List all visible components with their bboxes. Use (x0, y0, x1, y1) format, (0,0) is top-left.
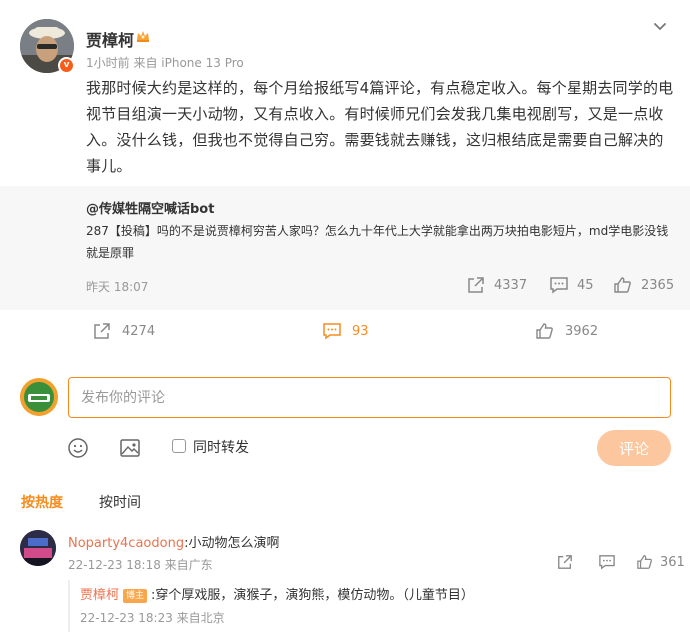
tab-sort-hot[interactable]: 按热度 (21, 492, 63, 512)
action-bar: 4274 93 3962 (0, 318, 690, 348)
comment-like-count: 361 (660, 554, 685, 570)
repost-card[interactable]: @传媒牲隔空喊话bot 287【投稿】吗的不是说贾樟柯穷苦人家吗？怎么九十年代上… (0, 186, 690, 310)
post-source: 来自 iPhone 13 Pro (133, 56, 244, 70)
repost-forward-stat[interactable]: 4337 (466, 276, 527, 294)
forward-count: 4274 (122, 323, 156, 339)
repost-forward-count: 4337 (494, 277, 528, 293)
reply-time: 22-12-23 18:23 来自北京 (80, 611, 225, 625)
repost-like-count: 2365 (641, 277, 675, 293)
forward-label[interactable]: 同时转发 (193, 437, 249, 457)
chevron-down-icon[interactable] (652, 19, 668, 35)
post-header: v 贾樟柯 1小时前 来自 iPhone 13 Pro (20, 19, 670, 75)
tab-sort-time[interactable]: 按时间 (99, 492, 141, 512)
comment-sort-tabs: 按热度 按时间 (0, 492, 690, 514)
comment-input[interactable] (68, 377, 671, 418)
forward-icon[interactable] (556, 554, 574, 570)
repost-time: 昨天 18:07 (86, 280, 149, 294)
composer-toolbar: 同时转发 评论 (0, 430, 690, 466)
repost-text: 287【投稿】吗的不是说贾樟柯穷苦人家吗？怎么九十年代上大学就能拿出两万块拍电影… (86, 224, 669, 260)
comment-icon (323, 323, 341, 340)
emoji-icon[interactable] (67, 437, 89, 459)
repost-like-stat[interactable]: 2365 (613, 276, 674, 294)
reply-content: 贾樟柯 博主:穿个厚戏服，演猴子，演狗熊，模仿动物。（儿童节目） (80, 584, 474, 603)
repost-comment-stat[interactable]: 45 (549, 276, 594, 294)
post-meta: 1小时前 来自 iPhone 13 Pro (86, 54, 244, 71)
forward-checkbox[interactable] (172, 439, 186, 453)
forward-icon (468, 277, 484, 293)
blogger-badge: 博主 (123, 589, 148, 603)
comment-count: 93 (352, 323, 369, 339)
commenter-name[interactable]: Noparty4caodong (68, 536, 184, 551)
comment-actions: 361 (556, 554, 685, 570)
like-button[interactable]: 3962 (535, 322, 598, 340)
thumbs-up-icon[interactable] (636, 554, 654, 570)
comment-time: 22-12-23 18:18 来自广东 (68, 558, 213, 572)
reply-item: 贾樟柯 博主:穿个厚戏服，演猴子，演狗熊，模仿动物。（儿童节目） 22-12-23… (68, 580, 678, 632)
comment-content: Noparty4caodong:小动物怎么演啊 (68, 532, 279, 551)
post-text: 我那时候大约是这样的，每个月给报纸写4篇评论，有点稳定收入。每个星期去同学的电视… (86, 79, 674, 175)
reply-text: :穿个厚戏服，演猴子，演狗熊，模仿动物。（儿童节目） (151, 588, 474, 603)
submit-comment-button[interactable]: 评论 (597, 430, 671, 466)
author-name[interactable]: 贾樟柯 (86, 27, 134, 51)
like-count: 3962 (565, 323, 599, 339)
forward-icon (94, 323, 110, 339)
image-icon[interactable] (119, 437, 141, 459)
verified-badge-icon: v (58, 57, 75, 74)
repost-author[interactable]: @传媒牲隔空喊话bot (86, 198, 214, 217)
comment-icon (550, 277, 568, 294)
thumbs-up-icon (614, 277, 631, 293)
thumbs-up-icon (536, 323, 553, 339)
comment-button[interactable]: 93 (322, 322, 369, 340)
comment-item: Noparty4caodong:小动物怎么演啊 22-12-23 18:18 来… (0, 528, 690, 633)
post-time: 1小时前 (86, 56, 130, 70)
comment-text: :小动物怎么演啊 (184, 536, 280, 551)
crown-icon (137, 31, 149, 42)
current-user-avatar[interactable] (20, 378, 58, 416)
commenter-avatar[interactable] (20, 530, 56, 566)
comment-icon[interactable] (598, 554, 616, 570)
reply-author-name[interactable]: 贾樟柯 (80, 588, 119, 603)
forward-button[interactable]: 4274 (92, 322, 155, 340)
repost-comment-count: 45 (577, 277, 594, 293)
